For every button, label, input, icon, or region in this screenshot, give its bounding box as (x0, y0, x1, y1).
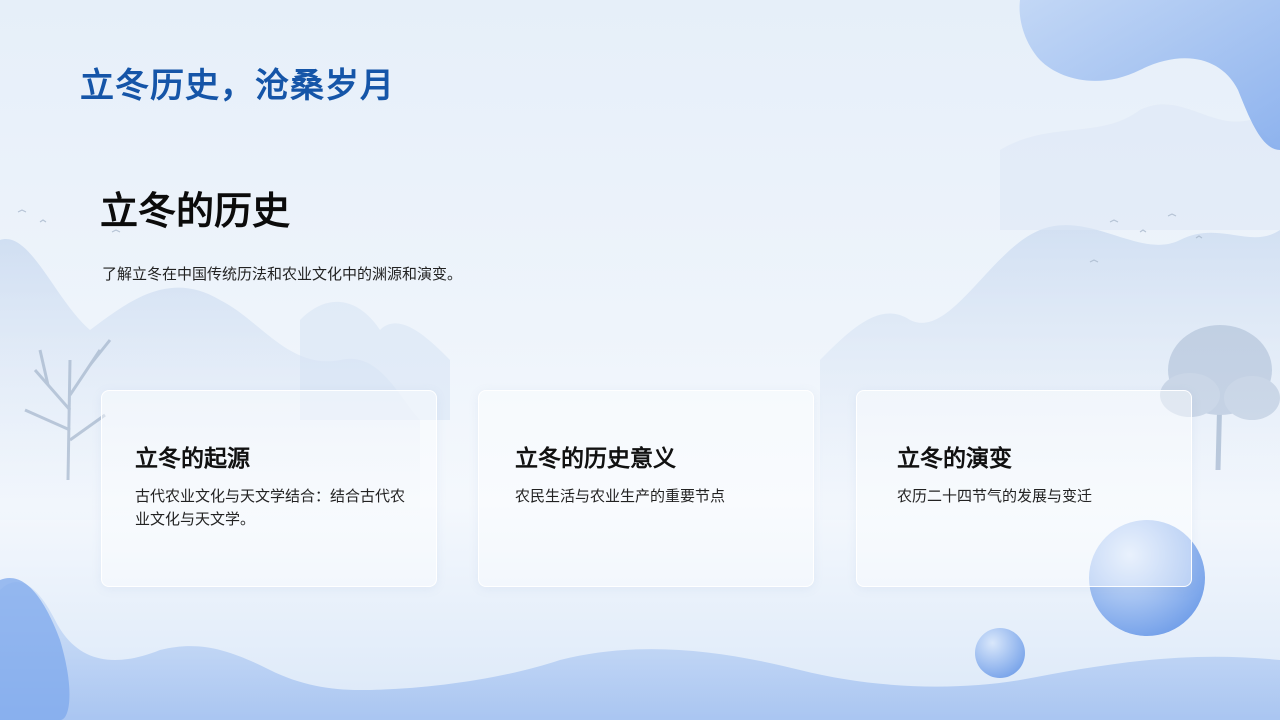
card-historical-significance: 立冬的历史意义 农民生活与农业生产的重要节点 (478, 390, 814, 587)
mountain-far (1000, 104, 1280, 230)
section-heading: 立冬的历史 (100, 189, 291, 233)
card-title: 立冬的历史意义 (515, 446, 676, 472)
background-landscape (0, 0, 1280, 720)
slide: 立冬历史，沧桑岁月 立冬的历史 了解立冬在中国传统历法和农业文化中的渊源和演变。… (0, 0, 1280, 720)
card-origin: 立冬的起源 古代农业文化与天文学结合：结合古代农业文化与天文学。 (101, 390, 437, 587)
decorative-circle-small (975, 628, 1025, 678)
card-text: 农民生活与农业生产的重要节点 (515, 487, 726, 505)
section-description: 了解立冬在中国传统历法和农业文化中的渊源和演变。 (102, 265, 463, 283)
card-title: 立冬的起源 (135, 446, 250, 472)
decorative-bottom-left-blob (0, 578, 70, 720)
card-title: 立冬的演变 (897, 446, 1012, 472)
card-text: 农历二十四节气的发展与变迁 (897, 487, 1093, 505)
card-evolution: 立冬的演变 农历二十四节气的发展与变迁 (856, 390, 1192, 587)
card-text: 古代农业文化与天文学结合：结合古代农业文化与天文学。 (135, 487, 406, 528)
decorative-bottom-wave (0, 581, 1280, 720)
slide-title: 立冬历史，沧桑岁月 (80, 66, 395, 106)
